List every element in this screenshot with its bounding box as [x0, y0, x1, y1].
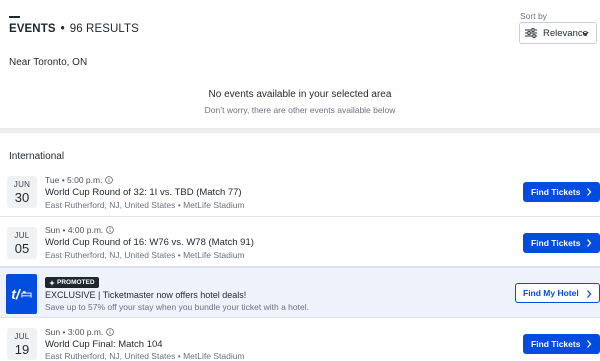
- find-my-hotel-button[interactable]: Find My Hotel: [515, 283, 600, 303]
- bed-icon: [21, 291, 32, 298]
- info-icon[interactable]: [106, 328, 115, 336]
- empty-state-title: No events available in your selected are…: [208, 89, 392, 100]
- find-tickets-label: Find Tickets: [531, 339, 581, 349]
- sort-label: Sort by: [520, 11, 547, 21]
- promo-title: EXCLUSIVE | Ticketmaster now offers hote…: [45, 290, 247, 300]
- chevron-down-icon: [582, 31, 589, 36]
- find-tickets-button[interactable]: Find Tickets: [523, 334, 600, 354]
- section-title: International: [9, 151, 65, 162]
- results-header: EVENTS • 96 RESULTS Sort by Relevance: [0, 0, 600, 52]
- results-title: EVENTS • 96 RESULTS: [9, 23, 139, 35]
- event-month: JUL: [14, 332, 30, 341]
- event-datetime: Sun • 3:00 p.m.: [45, 327, 104, 337]
- header-accent-bar: [9, 16, 20, 18]
- promo-subtitle: Save up to 57% off your stay when you bu…: [45, 302, 309, 312]
- info-icon[interactable]: [106, 226, 115, 234]
- find-tickets-label: Find Tickets: [531, 187, 581, 197]
- event-month: JUN: [13, 180, 31, 189]
- event-title[interactable]: World Cup Round of 32: 1I vs. TBD (Match…: [45, 187, 242, 198]
- event-venue: East Rutherford, NJ, United States • Met…: [45, 351, 245, 361]
- event-row[interactable]: JUL 19 Sun • 3:00 p.m. World Cup Final: …: [0, 318, 600, 361]
- event-month: JUL: [14, 231, 30, 240]
- separator-dot: •: [60, 23, 65, 35]
- event-date: JUN 30: [7, 176, 37, 208]
- event-meta: Sun • 3:00 p.m.: [45, 327, 115, 337]
- event-meta: Sun • 4:00 p.m.: [45, 225, 115, 235]
- chevron-right-icon: [587, 340, 592, 348]
- event-title[interactable]: World Cup Round of 16: W76 vs. W78 (Matc…: [45, 237, 254, 248]
- info-icon[interactable]: [105, 176, 114, 184]
- sliders-icon: [525, 28, 537, 38]
- logo-text: t/: [11, 286, 20, 302]
- find-my-hotel-label: Find My Hotel: [523, 288, 579, 298]
- ticketmaster-hotel-logo: t/: [6, 274, 37, 314]
- event-datetime: Sun • 4:00 p.m.: [45, 225, 104, 235]
- events-label: EVENTS: [9, 23, 56, 35]
- find-tickets-button[interactable]: Find Tickets: [523, 182, 600, 202]
- event-date: JUL 19: [7, 328, 37, 360]
- section-divider: [0, 128, 600, 133]
- promoted-badge-label: PROMOTED: [57, 279, 95, 286]
- promoted-row[interactable]: t/ PROMOTED EXCLUSIVE | Ticketmaster now…: [0, 267, 600, 318]
- event-day: 19: [14, 342, 30, 357]
- results-count: 96 RESULTS: [69, 23, 139, 35]
- chevron-right-icon: [587, 290, 592, 298]
- event-day: 30: [14, 190, 30, 205]
- event-venue: East Rutherford, NJ, United States • Met…: [45, 250, 245, 260]
- sparkle-icon: [49, 279, 55, 286]
- promoted-badge: PROMOTED: [45, 277, 99, 288]
- event-row[interactable]: JUL 05 Sun • 4:00 p.m. World Cup Round o…: [0, 217, 600, 267]
- event-day: 05: [14, 241, 30, 256]
- sort-dropdown[interactable]: Relevance: [519, 22, 597, 44]
- chevron-right-icon: [587, 188, 592, 196]
- chevron-right-icon: [587, 239, 592, 247]
- find-tickets-label: Find Tickets: [531, 238, 581, 248]
- event-date: JUL 05: [7, 227, 37, 259]
- event-datetime: Tue • 5:00 p.m.: [45, 175, 103, 185]
- event-venue: East Rutherford, NJ, United States • Met…: [45, 200, 245, 210]
- location-label: Near Toronto, ON: [9, 57, 88, 68]
- event-row[interactable]: JUN 30 Tue • 5:00 p.m. World Cup Round o…: [0, 167, 600, 217]
- event-meta: Tue • 5:00 p.m.: [45, 175, 114, 185]
- event-title[interactable]: World Cup Final: Match 104: [45, 339, 163, 350]
- empty-state-subtitle: Don’t worry, there are other events avai…: [204, 105, 396, 115]
- find-tickets-button[interactable]: Find Tickets: [523, 233, 600, 253]
